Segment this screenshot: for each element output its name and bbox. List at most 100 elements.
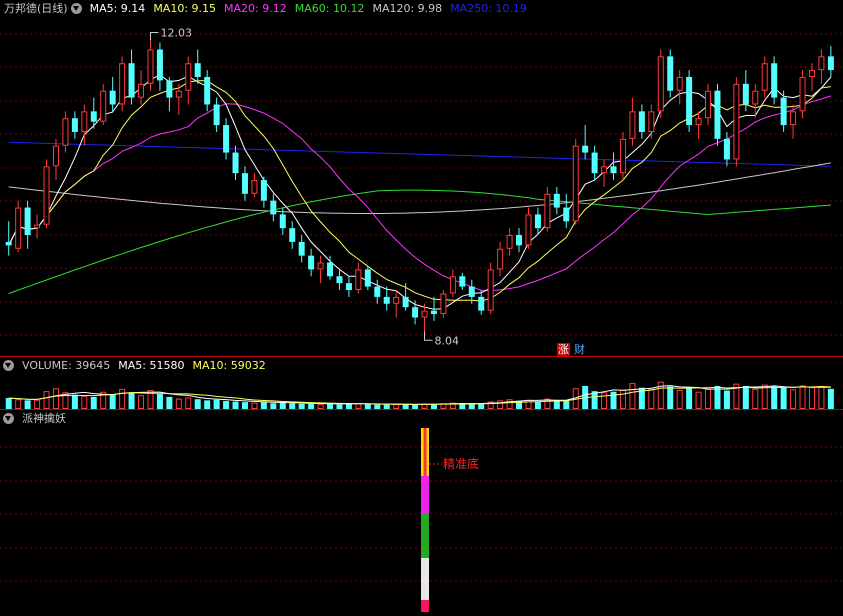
candle-body [667, 56, 674, 91]
volume-bar [90, 396, 97, 409]
candle-body [194, 63, 201, 77]
candle-body [506, 235, 513, 249]
volume-bar [619, 389, 626, 409]
indicator-legend: 派神擒妖 [0, 410, 74, 426]
high-label: 12.03 [160, 27, 192, 40]
candle-body [270, 200, 277, 215]
candle-body [52, 145, 59, 167]
candle-body [308, 255, 315, 270]
candle-body [827, 56, 834, 71]
volume-bar [156, 394, 163, 409]
low-marker [424, 331, 433, 341]
candle-body [241, 173, 248, 194]
volume-bar [71, 394, 78, 409]
candle-body [412, 307, 419, 318]
candle-body [430, 310, 437, 315]
candle-body [109, 90, 116, 105]
candle-body [657, 56, 664, 112]
candle-body [383, 296, 390, 304]
candle-body [619, 138, 626, 174]
candle-body [279, 214, 286, 229]
vol-ma10-label: MA10: 59032 [192, 358, 266, 372]
candle-body [742, 83, 749, 105]
dropdown-icon[interactable] [3, 359, 14, 371]
volume-label: VOLUME: 39645 [22, 358, 111, 372]
volume-bar [534, 401, 541, 409]
volume-bar [119, 388, 126, 409]
candle-body [563, 207, 570, 222]
volume-bar [5, 398, 12, 409]
volume-bar [24, 400, 31, 409]
volume-bar [818, 385, 825, 409]
candle-body [175, 90, 182, 98]
candle-body [733, 83, 740, 160]
dropdown-icon[interactable] [3, 412, 14, 424]
candle-body [327, 262, 334, 277]
indicator-pane[interactable]: 精准底 派神擒妖 [0, 410, 843, 616]
candle-body [723, 138, 730, 160]
candle-body [695, 118, 702, 126]
candle-body [638, 111, 645, 132]
candle-body [185, 63, 192, 91]
ma120-line [8, 162, 831, 214]
indicator-name: 派神擒妖 [22, 412, 66, 425]
volume-bar [610, 391, 617, 409]
candle-body [232, 152, 239, 174]
candle-body [147, 49, 154, 84]
volume-bar [827, 388, 834, 409]
price-pane[interactable]: 12.03 8.04 万邦德(日线) MA5: 9.14 MA10: 9.15 M… [0, 0, 843, 356]
candle-body [156, 49, 163, 81]
volume-bar [260, 402, 267, 409]
zhang-badge[interactable]: 涨 [557, 343, 570, 356]
candle-body [15, 207, 22, 249]
volume-bar [497, 400, 504, 409]
signal-label: 精准底 [443, 456, 479, 471]
volume-bar [355, 403, 362, 409]
candle-body [100, 90, 107, 122]
candle-body [393, 296, 400, 304]
indicator-chart[interactable]: 精准底 [0, 410, 843, 616]
candle-body [336, 276, 343, 284]
candle-body [761, 63, 768, 91]
volume-bar [166, 396, 173, 409]
signal-bar-white [421, 558, 430, 600]
candle-body [345, 283, 352, 291]
candle-body [90, 111, 97, 122]
candle-body [534, 214, 541, 229]
stock-title: 万邦德(日线) [4, 2, 68, 15]
volume-bar [421, 403, 428, 409]
candle-body [610, 166, 617, 174]
ma120-label: MA120: 9.98 [372, 1, 443, 15]
dropdown-icon[interactable] [70, 2, 82, 14]
candle-body [449, 276, 456, 294]
volume-pane[interactable]: VOLUME: 39645 MA5: 51580 MA10: 59032 [0, 357, 843, 409]
candle-body [138, 83, 145, 98]
candle-body [355, 269, 362, 291]
volume-bar [705, 388, 712, 409]
volume-legend: VOLUME: 39645 MA5: 51580 MA10: 59032 [0, 357, 274, 373]
cai-badge[interactable]: 财 [573, 343, 586, 356]
candle-body [799, 76, 806, 112]
volume-bar [317, 404, 324, 409]
candle-body [402, 296, 409, 308]
candle-body [128, 63, 135, 98]
candle-body [5, 241, 12, 246]
candle-body [459, 276, 466, 287]
candle-body [544, 193, 551, 229]
volume-bar [790, 389, 797, 409]
candle-body [648, 111, 655, 132]
volume-bar [204, 400, 211, 409]
volume-bar [648, 388, 655, 409]
candlestick-chart[interactable]: 12.03 8.04 [0, 0, 843, 356]
candle-body [166, 80, 173, 98]
volume-bar [601, 392, 608, 409]
volume-bar [109, 394, 116, 409]
volume-bar [752, 388, 759, 409]
candle-body [705, 90, 712, 119]
volume-bar [780, 387, 787, 409]
candle-body [213, 104, 220, 126]
volume-bar [81, 395, 88, 409]
candle-body [601, 166, 608, 174]
volume-bar [506, 399, 513, 409]
ma20-line [8, 95, 832, 292]
